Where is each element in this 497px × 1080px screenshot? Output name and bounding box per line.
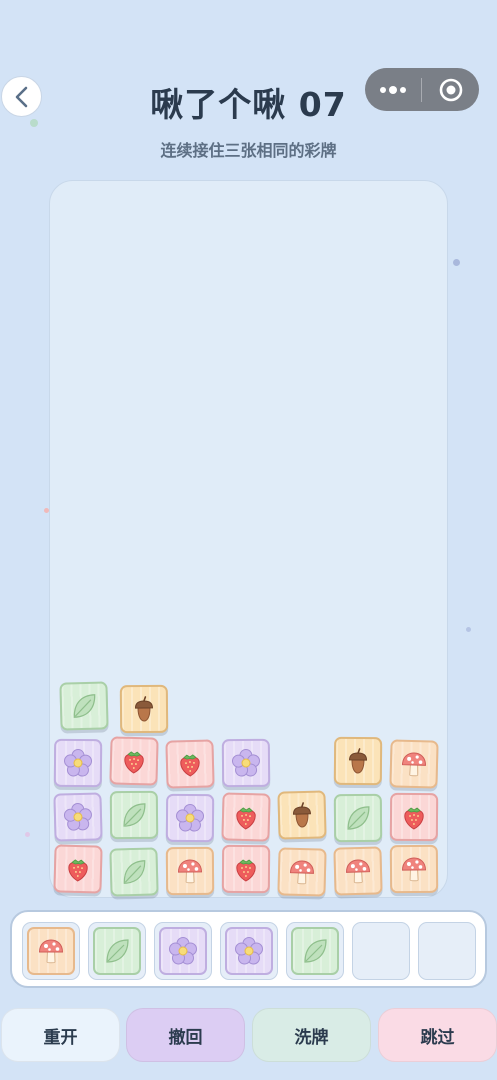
flower-icon <box>235 937 263 965</box>
strawberry-icon <box>404 807 424 830</box>
level-title: 啾了个啾 07 <box>150 85 347 124</box>
acorn-icon <box>349 748 368 774</box>
flower-icon <box>231 749 260 777</box>
flower-tile[interactable] <box>221 738 271 788</box>
mushroom-tile[interactable] <box>389 844 439 894</box>
tray-slot <box>352 922 410 980</box>
mushroom-tile[interactable] <box>165 846 215 896</box>
strawberry-icon <box>124 751 144 774</box>
tile-tray <box>10 910 487 988</box>
acorn-icon <box>134 696 153 722</box>
decor-dot <box>466 627 471 632</box>
leaf-icon <box>123 860 146 884</box>
mushroom-icon <box>402 857 427 882</box>
tray-slot <box>220 922 278 980</box>
skip-button[interactable]: 跳过 <box>378 1008 497 1062</box>
leaf-tile[interactable] <box>59 681 109 731</box>
strawberry-icon <box>68 859 88 882</box>
decor-dot <box>453 259 460 266</box>
strawberry-tile[interactable] <box>221 844 271 894</box>
acorn-icon <box>292 802 311 828</box>
flower-icon <box>169 937 197 965</box>
mushroom-icon <box>346 859 371 884</box>
strawberry-tile[interactable] <box>165 739 215 789</box>
acorn-tile[interactable] <box>119 684 169 734</box>
leaf-icon <box>347 806 370 830</box>
leaf-icon <box>73 694 96 718</box>
mushroom-tile[interactable] <box>277 847 327 897</box>
flower-tile[interactable] <box>225 927 273 975</box>
leaf-tile[interactable] <box>291 927 339 975</box>
flower-icon <box>63 803 92 831</box>
leaf-tile[interactable] <box>109 790 159 840</box>
leaf-icon <box>304 939 327 963</box>
mushroom-icon <box>178 859 203 884</box>
flower-tile[interactable] <box>53 738 103 788</box>
tray-slot <box>22 922 80 980</box>
restart-button[interactable]: 重开 <box>1 1008 120 1062</box>
strawberry-tile[interactable] <box>389 792 439 842</box>
strawberry-tile[interactable] <box>221 792 271 842</box>
mushroom-icon <box>289 860 314 885</box>
strawberry-icon <box>180 754 200 777</box>
level-subtitle: 连续接住三张相同的彩牌 <box>160 141 337 160</box>
tray-slot <box>286 922 344 980</box>
tray-slot <box>88 922 146 980</box>
game-board <box>49 180 448 898</box>
acorn-tile[interactable] <box>333 736 383 786</box>
mushroom-icon <box>401 752 426 777</box>
flower-icon <box>64 749 93 777</box>
mushroom-icon <box>38 939 64 964</box>
leaf-tile[interactable] <box>109 847 159 897</box>
flower-icon <box>176 804 205 832</box>
shuffle-button[interactable]: 洗牌 <box>252 1008 371 1062</box>
strawberry-tile[interactable] <box>109 736 159 786</box>
mushroom-tile[interactable] <box>333 846 383 896</box>
tray-slot <box>418 922 476 980</box>
strawberry-tile[interactable] <box>53 844 103 894</box>
flower-tile[interactable] <box>159 927 207 975</box>
leaf-tile[interactable] <box>93 927 141 975</box>
strawberry-icon <box>236 859 256 882</box>
strawberry-icon <box>236 807 256 830</box>
tray-slot <box>154 922 212 980</box>
undo-button[interactable]: 撤回 <box>126 1008 245 1062</box>
decor-dot <box>25 832 30 837</box>
flower-tile[interactable] <box>53 792 103 842</box>
mushroom-tile[interactable] <box>27 927 75 975</box>
acorn-tile[interactable] <box>277 790 327 840</box>
leaf-icon <box>106 939 129 963</box>
flower-tile[interactable] <box>165 793 215 843</box>
mushroom-tile[interactable] <box>389 739 439 789</box>
leaf-icon <box>123 803 146 827</box>
leaf-tile[interactable] <box>333 793 383 843</box>
